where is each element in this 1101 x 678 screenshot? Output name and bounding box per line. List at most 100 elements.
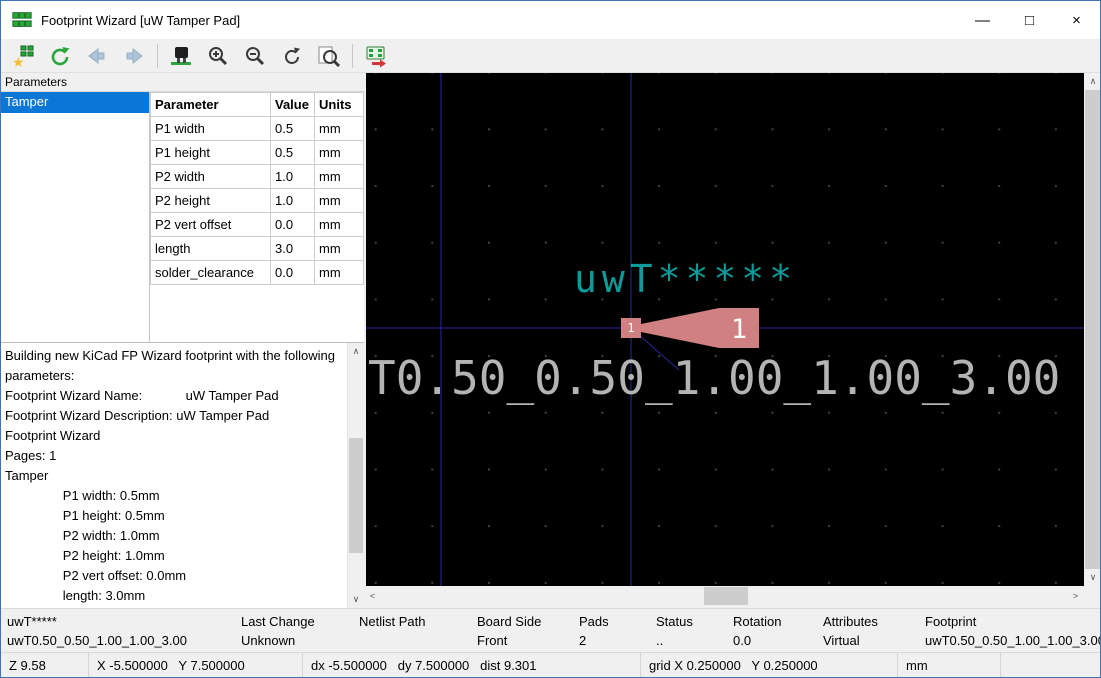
table-row: length 3.0 mm [151,237,364,261]
page-item-tamper[interactable]: Tamper [1,92,149,113]
window-controls: — □ × [959,1,1100,39]
info-value: uwT0.50_0.50_1.00_1.00_3.00 [925,631,1100,650]
pad-taper [641,308,719,348]
param-units: mm [315,261,364,285]
cursor-position: X -5.500000 Y 7.500000 [89,653,303,678]
show-3d-viewer-button[interactable] [167,42,195,70]
message-line: Tamper [5,466,344,486]
redraw-view-button[interactable] [278,42,306,70]
previous-page-button[interactable] [83,42,111,70]
param-name: solder_clearance [151,261,271,285]
column-header-units: Units [315,93,364,117]
param-units: mm [315,237,364,261]
info-field-last-change: Last Change Unknown [235,609,353,652]
canvas-vertical-scrollbar[interactable]: ∧ ∨ [1084,73,1101,586]
preview-canvas[interactable]: 1 1 uwT***** T0.50_0.50_1.00_1.00_3.00 [366,73,1084,586]
message-line: P2 width: 1.0mm [5,526,344,546]
param-units: mm [315,189,364,213]
info-value: .. [656,631,727,650]
scroll-down-arrow[interactable]: ∨ [1084,569,1101,586]
info-label: uwT***** [7,612,235,631]
info-field-reference: uwT***** uwT0.50_0.50_1.00_1.00_3.00 [1,609,235,652]
scroll-up-arrow[interactable]: ∧ [348,343,364,360]
message-line: P2 height: 1.0mm [5,546,344,566]
param-value-cell[interactable]: 3.0 [271,237,315,261]
info-value: 0.0 [733,631,817,650]
reset-parameters-button[interactable] [46,42,74,70]
parameter-table: Parameter Value Units P1 width 0.5 mm P1… [150,92,364,285]
param-name: P2 width [151,165,271,189]
param-units: mm [315,165,364,189]
info-label: Attributes [823,612,919,631]
zoom-out-button[interactable] [241,42,269,70]
scroll-left-arrow[interactable]: < [364,586,381,606]
param-units: mm [315,117,364,141]
export-footprint-button[interactable] [362,42,390,70]
parameters-body: Tamper Parameter Value Units P1 width 0.… [1,92,364,342]
scrollbar-thumb[interactable] [704,587,748,605]
toolbar-separator [157,44,158,68]
footprint-wizard-icon: ★ [11,44,35,68]
column-header-value: Value [271,93,315,117]
info-field-rotation: Rotation 0.0 [727,609,817,652]
message-line: Footprint Wizard Name: uW Tamper Pad [5,386,344,406]
value-text: T0.50_0.50_1.00_1.00_3.00 [368,351,1060,405]
minimize-button[interactable]: — [959,1,1006,39]
info-value: uwT0.50_0.50_1.00_1.00_3.00 [7,631,235,650]
info-label: Netlist Path [359,612,471,631]
next-page-button[interactable] [120,42,148,70]
scrollbar-thumb[interactable] [1085,90,1101,569]
scroll-up-arrow[interactable]: ∧ [1084,73,1101,90]
column-header-parameter: Parameter [151,93,271,117]
message-text: Building new KiCad FP Wizard footprint w… [5,346,344,606]
param-value-cell[interactable]: 1.0 [271,189,315,213]
zoom-fit-button[interactable] [315,42,343,70]
parameters-caption: Parameters [1,73,364,92]
status-bar: Z 9.58 X -5.500000 Y 7.500000 dx -5.5000… [1,652,1100,678]
app-icon [10,9,34,31]
scroll-down-arrow[interactable]: ∨ [348,591,364,608]
info-value: Front [477,631,573,650]
param-value-cell[interactable]: 1.0 [271,165,315,189]
drawing-overlay: 1 1 [366,73,1084,586]
param-value-cell[interactable]: 0.5 [271,141,315,165]
table-header-row: Parameter Value Units [151,93,364,117]
param-value-cell[interactable]: 0.0 [271,261,315,285]
message-panel: Building new KiCad FP Wizard footprint w… [1,342,364,608]
select-wizard-button[interactable]: ★ [9,42,37,70]
pad-number-large: 1 [731,314,747,345]
param-name: length [151,237,271,261]
message-line: Pages: 1 [5,446,344,466]
info-label: Pads [579,612,650,631]
redraw-icon [280,44,304,68]
table-row: P2 height 1.0 mm [151,189,364,213]
info-field-status: Status .. [650,609,727,652]
info-field-attributes: Attributes Virtual [817,609,919,652]
window-title: Footprint Wizard [uW Tamper Pad] [41,13,240,28]
relative-position: dx -5.500000 dy 7.500000 dist 9.301 [303,653,641,678]
info-field-pads: Pads 2 [573,609,650,652]
param-name: P2 height [151,189,271,213]
pad-1: 1 1 [621,308,759,348]
canvas-horizontal-scrollbar[interactable]: < > [364,586,1084,606]
table-row: P1 width 0.5 mm [151,117,364,141]
close-button[interactable]: × [1053,1,1100,39]
param-value-cell[interactable]: 0.5 [271,117,315,141]
param-value-cell[interactable]: 0.0 [271,213,315,237]
maximize-button[interactable]: □ [1006,1,1053,39]
footprint-wizard-window: Footprint Wizard [uW Tamper Pad] — □ × ★ [0,0,1101,678]
param-name: P2 vert offset [151,213,271,237]
scroll-right-arrow[interactable]: > [1067,586,1084,606]
zoom-in-icon [206,44,230,68]
messages-scrollbar[interactable]: ∧ ∨ [347,343,364,608]
star-glyph: ★ [12,54,25,68]
message-line: Footprint Wizard [5,426,344,446]
zoom-in-button[interactable] [204,42,232,70]
info-field-board-side: Board Side Front [471,609,573,652]
reference-text: uwT***** [574,257,797,301]
info-label: Status [656,612,727,631]
param-name: P1 width [151,117,271,141]
param-name: P1 height [151,141,271,165]
scrollbar-thumb[interactable] [349,438,363,553]
zoom-fit-icon [317,44,341,68]
